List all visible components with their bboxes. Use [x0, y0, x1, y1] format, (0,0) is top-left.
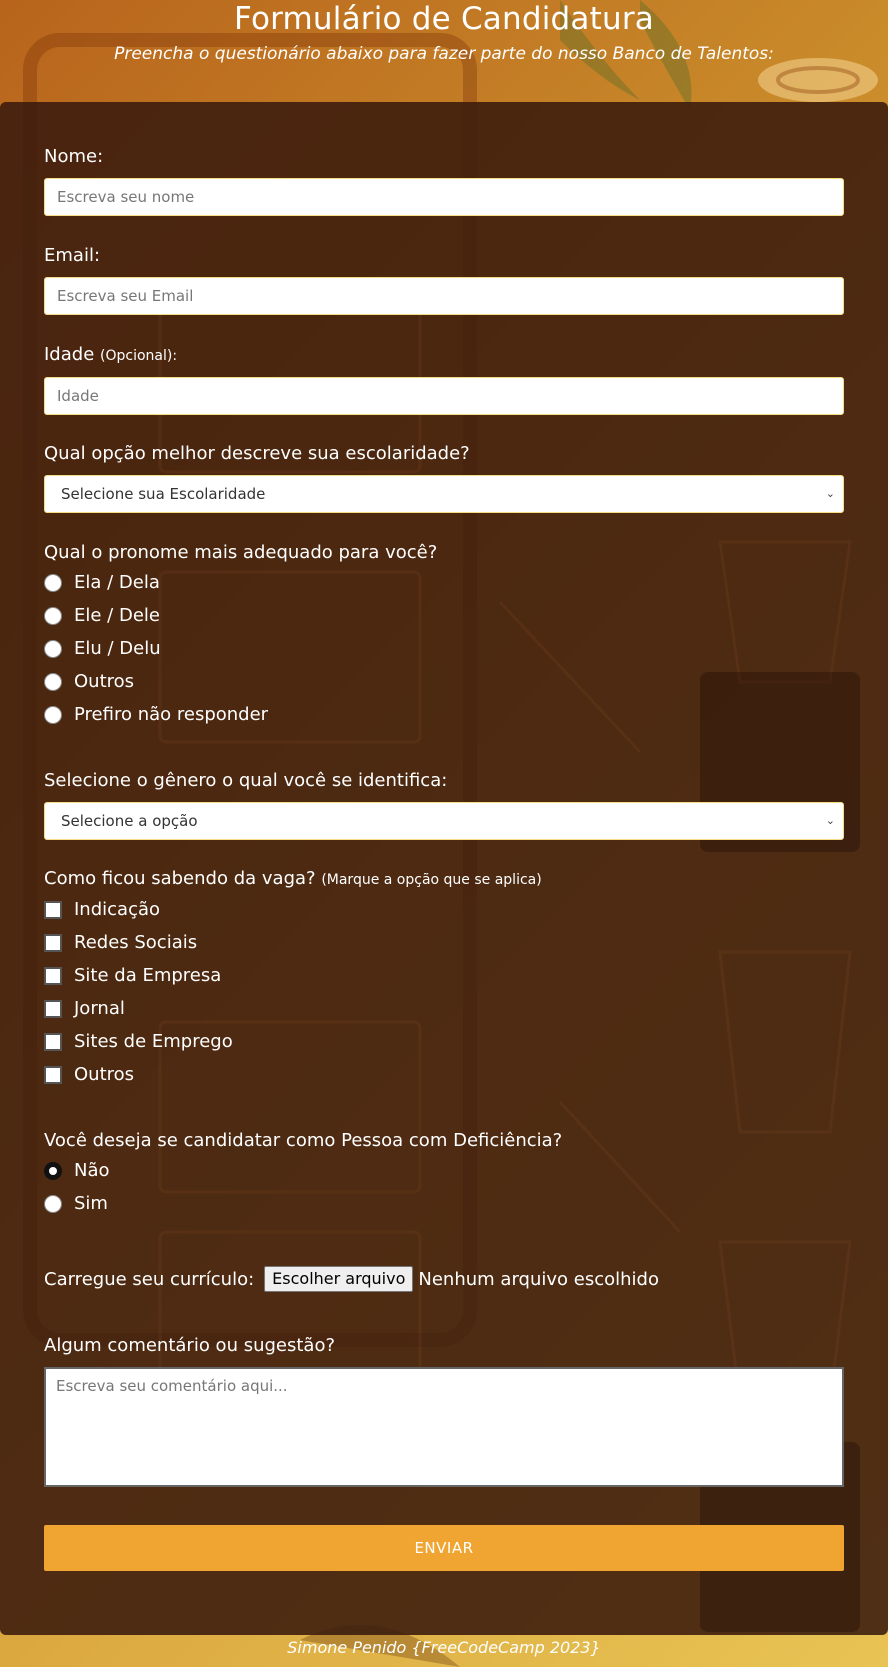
application-form: Nome: Email: Idade (Opcional): Qual opçã…: [0, 102, 888, 1635]
pronoun-option[interactable]: Prefiro não responder: [44, 698, 844, 731]
source-option-label: Sites de Emprego: [74, 1031, 233, 1052]
pronoun-option-label: Ela / Dela: [74, 572, 160, 593]
education-label: Qual opção melhor descreve sua escolarid…: [44, 443, 470, 464]
submit-group: ENVIAR: [44, 1525, 844, 1571]
checkbox[interactable]: [44, 999, 62, 1018]
age-label: Idade (Opcional):: [44, 344, 844, 367]
pcd-option-no[interactable]: Não: [44, 1154, 844, 1187]
source-option-label: Indicação: [74, 899, 161, 920]
pronoun-option-label: Elu / Delu: [74, 638, 161, 659]
source-option-label: Redes Sociais: [74, 932, 198, 953]
pcd-option-label: Não: [74, 1160, 110, 1181]
file-status: Nenhum arquivo escolhido: [418, 1268, 659, 1290]
source-option[interactable]: Redes Sociais: [44, 926, 844, 959]
radio-button[interactable]: [44, 639, 62, 658]
education-select[interactable]: Selecione sua Escolaridade ⌄: [44, 475, 844, 513]
age-optional-note: (Opcional):: [100, 348, 178, 364]
name-group: Nome:: [44, 146, 844, 216]
comment-group: Algum comentário ou sugestão?: [44, 1335, 844, 1491]
pronoun-option-label: Prefiro não responder: [74, 704, 269, 725]
name-input[interactable]: [44, 178, 844, 216]
source-option[interactable]: Site da Empresa: [44, 959, 844, 992]
education-group: Qual opção melhor descreve sua escolarid…: [44, 443, 844, 513]
comment-textarea[interactable]: [44, 1367, 844, 1487]
source-option-label: Jornal: [74, 998, 125, 1019]
source-label: Como ficou sabendo da vaga? (Marque a op…: [44, 868, 844, 891]
page-header: Formulário de Candidatura Preencha o que…: [0, 0, 888, 102]
radio-button[interactable]: [44, 573, 62, 592]
radio-button[interactable]: [44, 672, 62, 691]
pronoun-option[interactable]: Ela / Dela: [44, 566, 844, 599]
education-selected-value: Selecione sua Escolaridade: [61, 485, 266, 503]
gender-selected-value: Selecione a opção: [61, 812, 198, 830]
gender-select[interactable]: Selecione a opção ⌄: [44, 802, 844, 840]
source-group: Como ficou sabendo da vaga? (Marque a op…: [44, 868, 844, 1091]
gender-label: Selecione o gênero o qual você se identi…: [44, 770, 448, 791]
radio-button[interactable]: [44, 1194, 62, 1213]
email-label: Email:: [44, 245, 101, 266]
radio-button[interactable]: [44, 606, 62, 625]
submit-button[interactable]: ENVIAR: [44, 1525, 844, 1571]
choose-file-button[interactable]: Escolher arquivo: [264, 1266, 414, 1292]
pronoun-option[interactable]: Elu / Delu: [44, 632, 844, 665]
age-label-text: Idade: [44, 344, 95, 365]
source-option[interactable]: Outros: [44, 1058, 844, 1091]
resume-group: Carregue seu currículo: Escolher arquivo…: [44, 1266, 844, 1292]
pcd-option-label: Sim: [74, 1193, 108, 1214]
checkbox[interactable]: [44, 1065, 62, 1084]
email-group: Email:: [44, 245, 844, 315]
radio-button-selected[interactable]: [44, 1161, 62, 1180]
pronoun-group: Qual o pronome mais adequado para você? …: [44, 542, 844, 731]
source-option[interactable]: Sites de Emprego: [44, 1025, 844, 1058]
gender-group: Selecione o gênero o qual você se identi…: [44, 770, 844, 840]
checkbox[interactable]: [44, 900, 62, 919]
checkbox[interactable]: [44, 966, 62, 985]
page-title: Formulário de Candidatura: [234, 1, 654, 37]
source-label-text: Como ficou sabendo da vaga?: [44, 868, 316, 889]
pcd-option-yes[interactable]: Sim: [44, 1187, 844, 1220]
email-input[interactable]: [44, 277, 844, 315]
checkbox[interactable]: [44, 933, 62, 952]
source-note: (Marque a opção que se aplica): [321, 872, 542, 888]
pronoun-option[interactable]: Ele / Dele: [44, 599, 844, 632]
age-input[interactable]: [44, 377, 844, 415]
chevron-down-icon: ⌄: [825, 814, 835, 827]
name-label: Nome:: [44, 146, 104, 167]
source-option-label: Outros: [74, 1064, 135, 1085]
pronoun-option[interactable]: Outros: [44, 665, 844, 698]
comment-label: Algum comentário ou sugestão?: [44, 1335, 336, 1356]
pronoun-option-label: Ele / Dele: [74, 605, 160, 626]
pcd-label: Você deseja se candidatar como Pessoa co…: [44, 1130, 563, 1151]
pronoun-label: Qual o pronome mais adequado para você?: [44, 542, 438, 563]
page-subtitle: Preencha o questionário abaixo para faze…: [114, 44, 774, 64]
resume-label: Carregue seu currículo:: [44, 1268, 255, 1290]
radio-button[interactable]: [44, 705, 62, 724]
source-option-label: Site da Empresa: [74, 965, 222, 986]
footer-credit: Simone Penido {FreeCodeCamp 2023}: [287, 1638, 601, 1657]
source-option[interactable]: Jornal: [44, 992, 844, 1025]
age-group: Idade (Opcional):: [44, 344, 844, 415]
source-option[interactable]: Indicação: [44, 893, 844, 926]
checkbox[interactable]: [44, 1032, 62, 1051]
chevron-down-icon: ⌄: [825, 487, 835, 500]
pronoun-option-label: Outros: [74, 671, 135, 692]
pcd-group: Você deseja se candidatar como Pessoa co…: [44, 1130, 844, 1220]
